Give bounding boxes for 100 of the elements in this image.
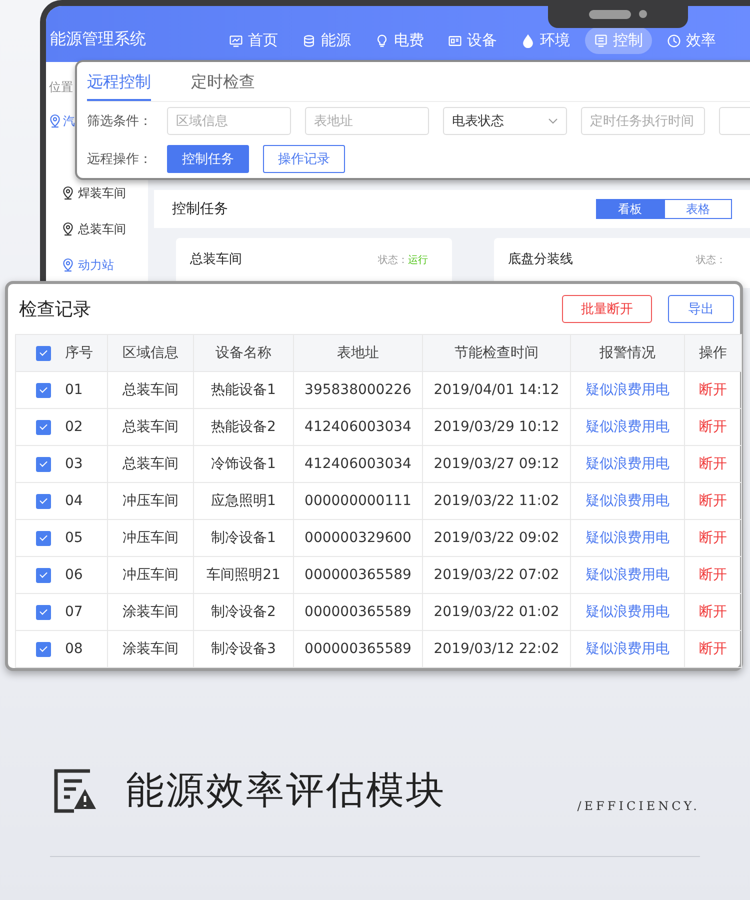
- column-header: 区域信息: [108, 334, 194, 372]
- table-cell: 412406003034: [294, 446, 422, 482]
- table-cell: 冲压车间: [108, 556, 194, 594]
- input-field[interactable]: 区域信息: [167, 107, 291, 135]
- table-cell: 06: [65, 567, 83, 583]
- header-text: 序号: [65, 344, 93, 362]
- action-label: 远程操作：: [87, 151, 153, 168]
- sidebar-item[interactable]: 汽: [49, 112, 75, 130]
- table-cell: 2019/03/29 10:12: [422, 408, 570, 446]
- nav-tab[interactable]: 设备: [439, 27, 506, 54]
- column-header: 报警情况: [570, 334, 684, 372]
- column-header: 设备名称: [194, 334, 294, 372]
- view-toggle[interactable]: 看板: [596, 199, 664, 219]
- sidebar-item[interactable]: 焊装车间: [49, 184, 126, 202]
- table-cell: 制冷设备1: [194, 520, 294, 556]
- table-cell: 涂装车间: [108, 630, 194, 668]
- table-cell: 000000365589: [294, 630, 422, 668]
- checkbox[interactable]: [36, 530, 51, 546]
- table-cell: 08: [65, 641, 83, 657]
- table-cell: 000000329600: [294, 520, 422, 556]
- location-icon: [62, 222, 74, 236]
- view-toggle[interactable]: 表格: [664, 199, 732, 219]
- table-cell: 2019/03/22 01:02: [422, 594, 570, 630]
- nav-tab[interactable]: 电费: [366, 27, 433, 54]
- export-button[interactable]: 导出: [668, 295, 734, 323]
- table-cell: 2019/03/22 09:02: [422, 520, 570, 556]
- table-cell: 涂装车间: [108, 594, 194, 630]
- nav-tab[interactable]: 环境: [512, 27, 579, 54]
- table-cell: 000000000111: [294, 482, 422, 520]
- table-cell: 冲压车间: [108, 520, 194, 556]
- module-subtitle: /EFFICIENCY.: [577, 798, 700, 812]
- nav-tab[interactable]: 效率: [658, 27, 725, 54]
- table-cell: 2019/04/01 14:12: [422, 372, 570, 408]
- nav-tab[interactable]: 能源: [293, 27, 360, 54]
- sidebar-item[interactable]: 总装车间: [49, 220, 126, 238]
- table-cell: 04: [65, 493, 83, 509]
- table-cell: 热能设备1: [194, 372, 294, 408]
- section-title: 控制任务: [172, 200, 228, 218]
- table-cell: 05: [65, 530, 83, 546]
- table-cell: 03: [65, 456, 83, 472]
- input-field[interactable]: [719, 107, 750, 135]
- device-icon: [448, 34, 462, 48]
- table-cell: 应急照明1: [194, 482, 294, 520]
- table-cell: 2019/03/27 09:12: [422, 446, 570, 482]
- filter-label: 筛选条件：: [87, 113, 153, 130]
- card-title: 总装车间: [190, 251, 243, 269]
- table-cell: 07: [65, 604, 83, 620]
- input-field[interactable]: 定时任务执行时间: [581, 107, 705, 135]
- location-icon: [62, 186, 74, 200]
- table-cell: 热能设备2: [194, 408, 294, 446]
- status-label: 状态：运行: [378, 254, 428, 268]
- nav-tab[interactable]: 控制: [585, 27, 652, 54]
- panel-icon: [594, 34, 608, 48]
- table-cell: 冷饰设备1: [194, 446, 294, 482]
- table-cell: 2019/03/22 11:02: [422, 482, 570, 520]
- action-button[interactable]: 操作记录: [263, 145, 345, 173]
- checkbox[interactable]: [36, 604, 51, 620]
- table-cell: 01: [65, 382, 83, 398]
- column-header: 节能检查时间: [422, 334, 570, 372]
- checkbox[interactable]: [36, 568, 51, 582]
- checkbox[interactable]: [36, 494, 51, 508]
- action-button[interactable]: 控制任务: [167, 145, 249, 173]
- tab[interactable]: 定时检查: [191, 62, 255, 101]
- bulb-icon: [375, 34, 389, 48]
- window-title: 检查记录: [19, 298, 91, 321]
- table-cell: 000000365589: [294, 594, 422, 630]
- table-cell: 总装车间: [108, 446, 194, 482]
- monitor-icon: [229, 34, 243, 48]
- table-cell: 2019/03/22 07:02: [422, 556, 570, 594]
- clock-icon: [667, 34, 681, 48]
- table-cell: 车间照明21: [194, 556, 294, 594]
- table-cell: 总装车间: [108, 408, 194, 446]
- database-icon: [302, 34, 316, 48]
- status-label: 状态：: [696, 254, 726, 268]
- checkbox[interactable]: [36, 642, 51, 656]
- table-cell: 395838000226: [294, 372, 422, 408]
- table-cell: 412406003034: [294, 408, 422, 446]
- table-cell: 总装车间: [108, 372, 194, 408]
- app-title: 能源管理系统: [50, 29, 147, 50]
- disconnect-button[interactable]: 批量断开: [562, 295, 652, 323]
- table-cell: 02: [65, 419, 83, 435]
- table-cell: 2019/03/12 22:02: [422, 630, 570, 668]
- table-cell: 制冷设备2: [194, 594, 294, 630]
- sidebar-item[interactable]: 动力站: [49, 256, 114, 274]
- chevron-down-icon: [548, 118, 558, 124]
- location-icon: [49, 114, 61, 128]
- sidebar-heading: 位置: [49, 79, 73, 94]
- card-title: 底盘分装线: [508, 251, 574, 269]
- checkbox[interactable]: [36, 420, 51, 434]
- nav-tab[interactable]: 首页: [220, 27, 287, 54]
- status-dropdown[interactable]: 电表状态: [443, 107, 567, 135]
- module-title: 能源效率评估模块: [126, 767, 446, 814]
- checkbox[interactable]: [36, 382, 51, 398]
- checkbox[interactable]: [36, 346, 51, 360]
- location-icon: [62, 258, 74, 272]
- column-header: 表地址: [294, 334, 422, 372]
- input-field[interactable]: 表地址: [305, 107, 429, 135]
- checkbox[interactable]: [36, 456, 51, 472]
- tab[interactable]: 远程控制: [87, 62, 151, 101]
- table-cell: 冲压车间: [108, 482, 194, 520]
